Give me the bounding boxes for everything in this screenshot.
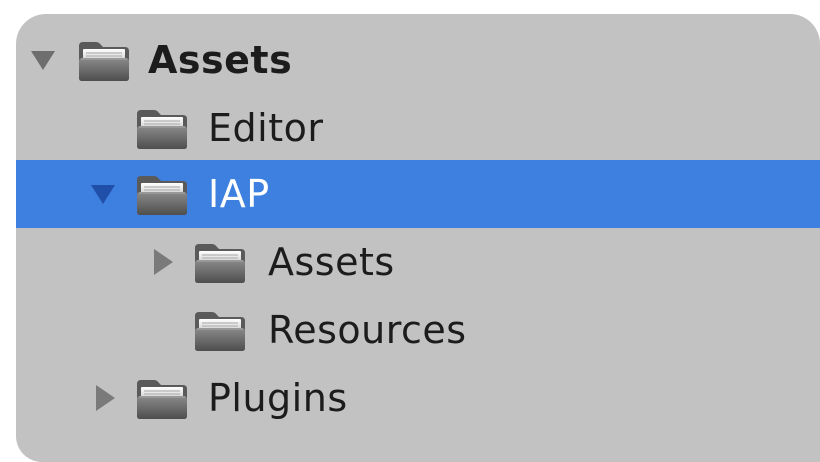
project-tree-panel: Assets Editor IAP Assets Resources Plugi…: [16, 14, 820, 462]
folder-icon: [134, 104, 190, 152]
folder-icon: [134, 170, 190, 218]
folder-icon: [76, 36, 132, 84]
collapsed-arrow-icon[interactable]: [152, 248, 174, 276]
tree-item-label: Plugins: [208, 376, 348, 420]
tree-item-label: IAP: [208, 172, 270, 216]
tree-item-label: Resources: [268, 308, 467, 352]
tree-item-assets-root[interactable]: Assets: [16, 26, 820, 94]
tree-item-label: Assets: [268, 240, 395, 284]
folder-icon: [192, 238, 248, 286]
folder-icon: [192, 306, 248, 354]
tree-item-editor[interactable]: Editor: [16, 94, 820, 162]
folder-icon: [134, 374, 190, 422]
tree-item-iap[interactable]: IAP: [16, 160, 820, 228]
tree-item-label: Editor: [208, 106, 324, 150]
tree-item-plugins[interactable]: Plugins: [16, 364, 820, 432]
expanded-arrow-icon[interactable]: [30, 49, 56, 71]
tree-item-iap-assets[interactable]: Assets: [16, 228, 820, 296]
expanded-arrow-icon[interactable]: [90, 183, 116, 205]
tree-item-label: Assets: [148, 38, 293, 82]
tree-item-resources[interactable]: Resources: [16, 296, 820, 364]
collapsed-arrow-icon[interactable]: [94, 384, 116, 412]
